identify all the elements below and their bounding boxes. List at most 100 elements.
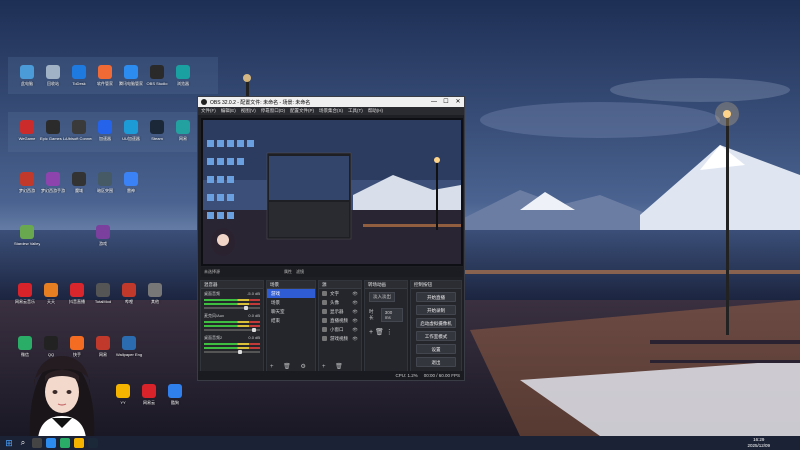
control-button[interactable]: 开始直播 — [416, 292, 456, 302]
volume-slider[interactable] — [204, 306, 260, 310]
source-item[interactable]: 小窗口 👁 — [319, 325, 361, 334]
desktop-icon[interactable]: OBS Studio — [144, 65, 170, 86]
duration-input[interactable]: 300 ms — [380, 308, 403, 322]
menu-item[interactable]: 工具(T) — [348, 107, 363, 115]
menu-item[interactable]: 视图(V) — [241, 107, 256, 115]
volume-knob[interactable] — [237, 350, 242, 354]
source-type-icon — [322, 300, 327, 305]
properties-button[interactable]: 属性 — [284, 269, 292, 275]
desktop-icon[interactable]: ToDesk — [66, 65, 92, 86]
desktop-icon[interactable]: 其他 — [142, 283, 168, 304]
scene-item[interactable]: 场景 — [267, 298, 315, 307]
track-db: -5.0 dB — [247, 291, 260, 296]
menu-item[interactable]: 停靠窗口(D) — [261, 107, 285, 115]
desktop-icon[interactable]: 酷狗 — [162, 384, 188, 405]
stardew-icon — [20, 225, 34, 239]
desktop-icon[interactable]: Steam — [144, 120, 170, 141]
desktop-icon[interactable]: Wallpaper Engine — [116, 336, 142, 357]
desktop-icon[interactable]: 腾讯电脑管家 — [118, 65, 144, 86]
desktop-icon[interactable]: 雷神 — [118, 172, 144, 193]
desktop-icon[interactable]: 梦幻西游手游 — [40, 172, 66, 193]
desktop-icon[interactable]: 抖音直播 — [64, 283, 90, 304]
menu-item[interactable]: 编辑(E) — [221, 107, 236, 115]
close-icon[interactable]: ✕ — [452, 97, 464, 107]
volume-knob[interactable] — [244, 306, 249, 310]
visibility-icon[interactable]: 👁 — [352, 316, 358, 325]
search-icon[interactable]: ⌕ — [18, 438, 28, 448]
steam-taskbar-icon[interactable] — [88, 438, 98, 448]
windows-start-icon[interactable]: ⊞ — [4, 438, 14, 448]
desktop-icon[interactable]: Stardew Valley — [14, 225, 40, 246]
maximize-icon[interactable]: ☐ — [440, 97, 452, 107]
control-button[interactable]: 退出 — [416, 357, 456, 367]
volume-knob[interactable] — [251, 328, 256, 332]
wechat-taskbar-icon[interactable] — [60, 438, 70, 448]
minimize-icon[interactable]: — — [428, 97, 440, 107]
control-button[interactable]: 开始录制 — [416, 305, 456, 315]
desktop-icon[interactable]: Epic Games Launcher — [40, 120, 66, 141]
source-item[interactable]: 直播视频 👁 — [319, 316, 361, 325]
desktop-icon[interactable]: 加速器 — [92, 120, 118, 141]
edge-taskbar-icon[interactable] — [46, 438, 56, 448]
sources-toolbar[interactable]: + 🗑 ⚙ — [319, 363, 361, 378]
desktop-icon[interactable]: YY — [110, 384, 136, 405]
transition-select[interactable]: 淡入淡出 — [369, 292, 395, 302]
visibility-icon[interactable]: 👁 — [352, 307, 358, 316]
control-button[interactable]: 启动虚拟摄像机 — [416, 318, 456, 328]
desktop-icon[interactable]: 浏览器 — [170, 65, 196, 86]
desktop-icon[interactable]: 魔域 — [66, 172, 92, 193]
desktop-icon[interactable]: WeGame — [14, 120, 40, 141]
obs-titlebar[interactable]: OBS 32.0.2 - 配置文件: 未命名 - 场景: 未命名 — ☐ ✕ — [198, 97, 464, 107]
desktop-icon[interactable]: Ubisoft Connect — [66, 120, 92, 141]
desktop-icon[interactable]: 网易 — [170, 120, 196, 141]
obs-window[interactable]: OBS 32.0.2 - 配置文件: 未命名 - 场景: 未命名 — ☐ ✕ 文… — [197, 96, 465, 381]
volume-slider[interactable] — [204, 328, 260, 332]
obs-taskbar-icon[interactable] — [32, 438, 42, 448]
desktop-icon[interactable]: 软件管家 — [92, 65, 118, 86]
source-name: 小窗口 — [330, 327, 344, 332]
menu-item[interactable]: 配置文件(P) — [290, 107, 314, 115]
desktop-icon[interactable]: 暗区突围 — [92, 172, 118, 193]
desktop-icon[interactable]: 此电脑 — [14, 65, 40, 86]
scene-item[interactable]: 游戏 — [267, 289, 315, 298]
visibility-icon[interactable]: 👁 — [352, 334, 358, 343]
desktop-icon-label: 其他 — [151, 299, 159, 304]
visibility-icon[interactable]: 👁 — [352, 325, 358, 334]
scene-item[interactable]: 聊天室 — [267, 307, 315, 316]
desktop-icon[interactable]: 网易云音乐 — [12, 283, 38, 304]
obs-preview[interactable] — [201, 118, 463, 266]
desktop-icon[interactable]: 游戏 — [90, 225, 116, 246]
desktop-icon[interactable]: TotalMod — [90, 283, 116, 304]
desktop-icon[interactable]: 哔哩 — [116, 283, 142, 304]
volume-slider[interactable] — [204, 350, 260, 354]
menu-item[interactable]: 帮助(H) — [368, 107, 383, 115]
menu-item[interactable]: 场景集合(S) — [319, 107, 343, 115]
desktop-icon[interactable]: 天天 — [38, 283, 64, 304]
scenes-toolbar[interactable]: + 🗑 ⚙ — [267, 363, 315, 371]
control-button[interactable]: 设置 — [416, 344, 456, 354]
mixer-tracks: 桌面音频 -5.0 dB 麦克风/Aux 0.0 dB 桌面音频2 0.0 dB — [201, 289, 263, 355]
folder-taskbar-icon[interactable] — [74, 438, 84, 448]
desktop-icon-label: 暗区突围 — [97, 188, 113, 193]
source-item[interactable]: 头像 👁 — [319, 298, 361, 307]
transition-add-icon[interactable]: + 🗑 ⋮ — [365, 325, 407, 339]
desktop-icon[interactable]: 网易云 — [136, 384, 162, 405]
webcam-overlay — [12, 340, 112, 438]
taskbar-clock[interactable]: 16:29 2025/12/09 — [747, 437, 770, 449]
source-type-icon — [322, 336, 327, 341]
desktop-icon-label: 梦幻西游 — [19, 188, 35, 193]
desktop-icon[interactable]: 梦幻西游 — [14, 172, 40, 193]
filters-button[interactable]: 滤镜 — [296, 269, 304, 275]
scene-item[interactable]: 结束 — [267, 316, 315, 325]
software-manager-icon — [98, 65, 112, 79]
desktop-icon-label: TotalMod — [94, 299, 112, 304]
desktop-icon[interactable]: 回收站 — [40, 65, 66, 86]
menu-item[interactable]: 文件(F) — [201, 107, 216, 115]
source-item[interactable]: 文字 👁 — [319, 289, 361, 298]
source-item[interactable]: 游戏视频 👁 — [319, 334, 361, 343]
source-item[interactable]: 显示器 👁 — [319, 307, 361, 316]
visibility-icon[interactable]: 👁 — [352, 298, 358, 307]
desktop-icon[interactable]: UU加速器 — [118, 120, 144, 141]
control-button[interactable]: 工作室模式 — [416, 331, 456, 341]
visibility-icon[interactable]: 👁 — [352, 289, 358, 298]
